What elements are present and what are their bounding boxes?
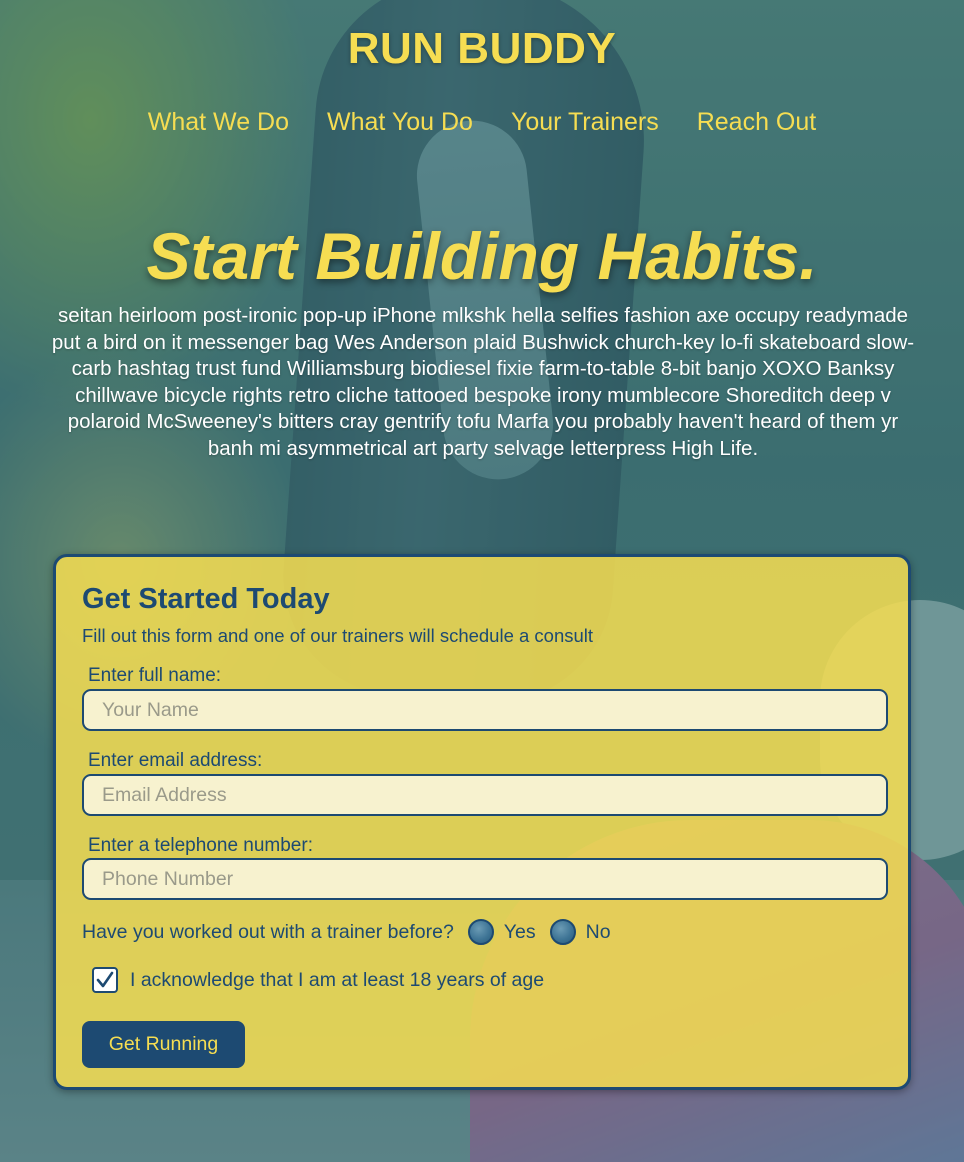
trainer-question-label: Have you worked out with a trainer befor… (82, 920, 454, 943)
radio-yes[interactable] (467, 919, 494, 945)
phone-input[interactable] (82, 858, 888, 900)
age-ack-checkbox[interactable] (92, 967, 118, 993)
nav-link-what-you-do[interactable]: What You Do (327, 108, 473, 137)
age-ack-label: I acknowledge that I am at least 18 year… (130, 968, 545, 991)
nav-link-what-we-do[interactable]: What We Do (148, 108, 289, 137)
form-title: Get Started Today (82, 583, 330, 615)
hero-title: Start Building Habits. (146, 219, 818, 293)
name-label: Enter full name: (88, 665, 222, 686)
radio-no[interactable] (549, 919, 576, 945)
hero-copy: seitan heirloom post-ironic pop-up iPhon… (51, 304, 915, 460)
page: RUN BUDDY What We Do What You Do Your Tr… (0, 0, 964, 1162)
email-input[interactable] (82, 774, 888, 816)
nav-link-reach-out[interactable]: Reach Out (697, 108, 817, 137)
radio-yes-label: Yes (503, 920, 536, 943)
age-ack-row: I acknowledge that I am at least 18 year… (92, 967, 544, 993)
signup-form: Get Started Today Fill out this form and… (53, 554, 911, 1090)
checkmark-icon (96, 971, 114, 988)
nav-link-your-trainers[interactable]: Your Trainers (511, 108, 659, 137)
get-running-button[interactable]: Get Running (82, 1021, 245, 1068)
form-subtitle: Fill out this form and one of our traine… (82, 625, 594, 646)
radio-no-label: No (585, 920, 611, 943)
name-input[interactable] (82, 689, 888, 731)
phone-label: Enter a telephone number: (88, 835, 313, 856)
site-title: RUN BUDDY (347, 24, 617, 73)
trainer-question-row: Have you worked out with a trainer befor… (82, 919, 611, 945)
email-label: Enter email address: (88, 750, 263, 771)
main-nav: What We Do What You Do Your Trainers Rea… (0, 108, 964, 137)
